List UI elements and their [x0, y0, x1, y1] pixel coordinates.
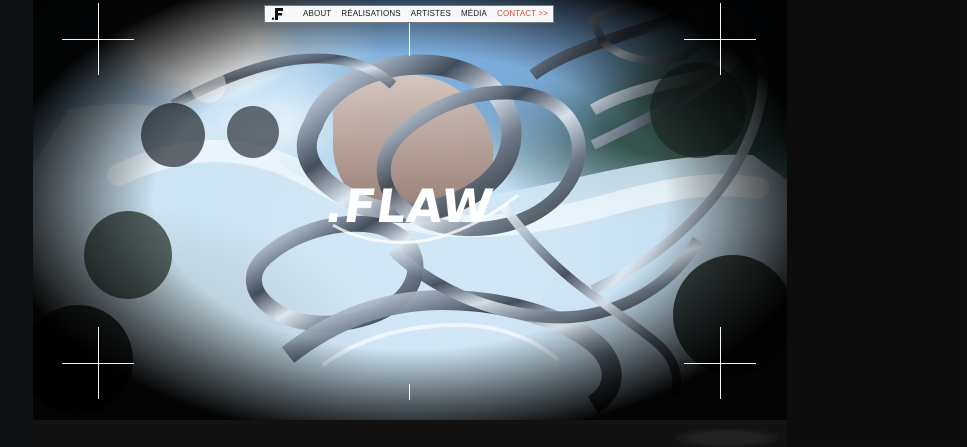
logo-svg	[271, 8, 283, 20]
top-navigation: ABOUT RÉALISATIONS ARTISTES MÉDIA CONTAC…	[264, 5, 554, 23]
top-center-tick	[409, 20, 410, 56]
brand-logo: .FLAW	[305, 176, 515, 236]
nav-media[interactable]: MÉDIA	[461, 10, 487, 18]
nav-contact[interactable]: CONTACT >>	[497, 10, 548, 18]
nav-artistes[interactable]: ARTISTES	[411, 10, 451, 18]
nav-links: ABOUT RÉALISATIONS ARTISTES MÉDIA CONTAC…	[303, 10, 548, 18]
bottom-center-tick	[409, 384, 410, 400]
bottom-dark-strip	[33, 420, 787, 447]
bottom-shadow	[676, 429, 778, 447]
right-dark-panel	[787, 0, 967, 447]
brand-wordmark: .FLAW	[322, 179, 498, 233]
left-frame-edge	[0, 0, 33, 447]
nav-realisations[interactable]: RÉALISATIONS	[341, 10, 400, 18]
nav-about[interactable]: ABOUT	[303, 10, 331, 18]
flaw-logo-icon[interactable]	[271, 7, 285, 21]
app-viewport: ABOUT RÉALISATIONS ARTISTES MÉDIA CONTAC…	[0, 0, 967, 447]
